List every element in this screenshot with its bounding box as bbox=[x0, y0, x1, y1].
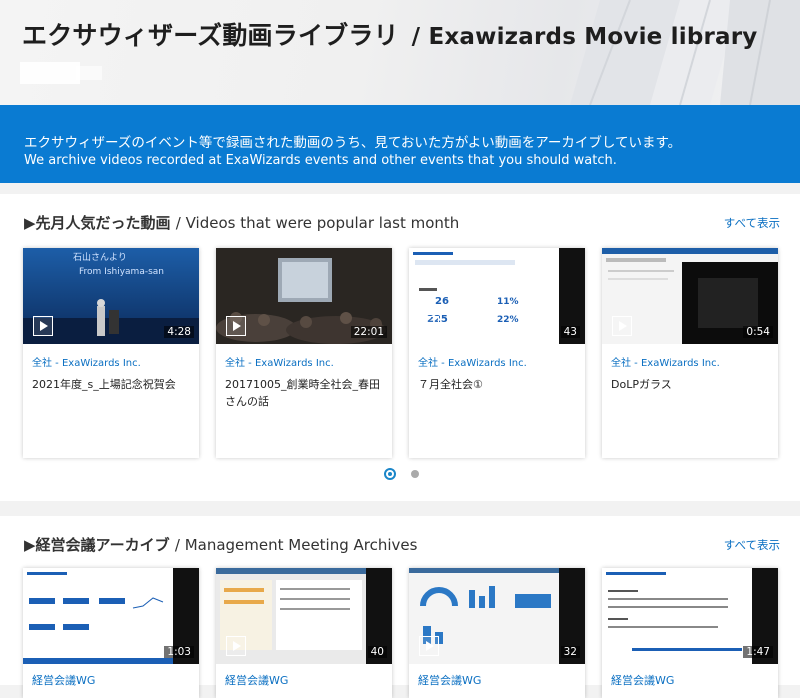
video-thumbnail[interactable]: 32 bbox=[409, 568, 585, 664]
section-title-jp: ▶経営会議アーカイブ bbox=[24, 536, 170, 554]
carousel-dot-1[interactable] bbox=[384, 468, 396, 480]
video-duration: 1:47 bbox=[743, 646, 773, 658]
thumb-figure: 11% bbox=[497, 297, 519, 307]
play-icon[interactable] bbox=[226, 316, 246, 336]
section-title: ▶先月人気だった動画 / Videos that were popular la… bbox=[24, 212, 459, 233]
video-thumbnail[interactable]: 0:54 bbox=[602, 248, 778, 344]
video-card[interactable]: 32 経営会議WG bbox=[409, 568, 585, 698]
thumb-caption-en: From Ishiyama-san bbox=[79, 267, 164, 277]
video-duration: 4:28 bbox=[164, 326, 194, 338]
carousel-dot-2[interactable] bbox=[411, 470, 419, 478]
video-duration: 43 bbox=[560, 326, 580, 338]
play-icon[interactable] bbox=[612, 636, 632, 656]
popular-videos-section: ▶先月人気だった動画 / Videos that were popular la… bbox=[0, 194, 800, 501]
video-card[interactable]: 40 経営会議WG bbox=[216, 568, 392, 698]
video-category[interactable]: 経営会議WG bbox=[611, 672, 674, 688]
show-all-link[interactable]: すべて表示 bbox=[724, 537, 780, 553]
page-header: エクサウィザーズ動画ライブラリ / Exawizards Movie libra… bbox=[0, 0, 800, 105]
show-all-link[interactable]: すべて表示 bbox=[724, 215, 780, 231]
play-icon[interactable] bbox=[419, 636, 439, 656]
play-icon[interactable] bbox=[33, 316, 53, 336]
section-title: ▶経営会議アーカイブ / Management Meeting Archives bbox=[24, 534, 417, 555]
play-icon[interactable] bbox=[612, 316, 632, 336]
video-thumbnail[interactable]: 石山さんより From Ishiyama-san 4:28 bbox=[23, 248, 199, 344]
management-archive-section: ▶経営会議アーカイブ / Management Meeting Archives… bbox=[0, 516, 800, 698]
video-category[interactable]: 全社 - ExaWizards Inc. bbox=[611, 354, 720, 369]
video-title[interactable]: 20171005_創業時全社会_春田さんの話 bbox=[225, 376, 385, 410]
thumb-caption-jp: 石山さんより bbox=[73, 252, 127, 263]
video-card[interactable]: 22:01 全社 - ExaWizards Inc. 20171005_創業時全… bbox=[216, 248, 392, 458]
video-thumbnail[interactable]: 1:47 bbox=[602, 568, 778, 664]
video-category[interactable]: 経営会議WG bbox=[32, 672, 95, 688]
section-title-en: / Management Meeting Archives bbox=[174, 536, 418, 554]
play-icon[interactable] bbox=[226, 636, 246, 656]
video-duration: 0:54 bbox=[743, 326, 773, 338]
section-title-jp: ▶先月人気だった動画 bbox=[24, 214, 171, 232]
video-duration: 1:03 bbox=[164, 646, 194, 658]
thumb-figure: 22% bbox=[497, 315, 519, 325]
video-thumbnail[interactable]: 40 bbox=[216, 568, 392, 664]
section-title-en: / Videos that were popular last month bbox=[175, 214, 460, 232]
video-thumbnail[interactable]: 1:03 bbox=[23, 568, 199, 664]
video-title[interactable]: 2021年度_s_上場記念祝賀会 bbox=[32, 376, 192, 393]
page-title-jp: エクサウィザーズ動画ライブラリ bbox=[22, 21, 399, 50]
video-title[interactable]: DoLPガラス bbox=[611, 376, 771, 393]
video-card[interactable]: 1:03 経営会議WG bbox=[23, 568, 199, 698]
video-thumbnail[interactable]: 22:01 bbox=[216, 248, 392, 344]
video-card[interactable]: 26 11% 225 22% 43 全社 - ExaWizards Inc. ７… bbox=[409, 248, 585, 458]
video-category[interactable]: 経営会議WG bbox=[225, 672, 288, 688]
page-title-en: / Exawizards Movie library bbox=[411, 24, 758, 50]
redacted-region bbox=[20, 62, 80, 84]
banner-text-jp: エクサウィザーズのイベント等で録画された動画のうち、見ておいた方がよい動画をアー… bbox=[24, 135, 682, 151]
video-category[interactable]: 経営会議WG bbox=[418, 672, 481, 688]
video-thumbnail[interactable]: 26 11% 225 22% 43 bbox=[409, 248, 585, 344]
video-card[interactable]: 1:47 経営会議WG bbox=[602, 568, 778, 698]
video-duration: 32 bbox=[560, 646, 580, 658]
intro-banner: エクサウィザーズのイベント等で録画された動画のうち、見ておいた方がよい動画をアー… bbox=[0, 105, 800, 183]
video-duration: 22:01 bbox=[350, 326, 387, 338]
video-duration: 40 bbox=[367, 646, 387, 658]
video-category[interactable]: 全社 - ExaWizards Inc. bbox=[32, 354, 141, 369]
video-card[interactable]: 石山さんより From Ishiyama-san 4:28 全社 - ExaWi… bbox=[23, 248, 199, 458]
redacted-region bbox=[76, 66, 102, 80]
play-icon[interactable] bbox=[419, 316, 439, 336]
video-category[interactable]: 全社 - ExaWizards Inc. bbox=[225, 354, 334, 369]
page-title: エクサウィザーズ動画ライブラリ / Exawizards Movie libra… bbox=[22, 16, 758, 52]
banner-text-en: We archive videos recorded at ExaWizards… bbox=[24, 153, 617, 168]
thumb-figure: 26 bbox=[435, 296, 449, 307]
video-category[interactable]: 全社 - ExaWizards Inc. bbox=[418, 354, 527, 369]
video-card[interactable]: 0:54 全社 - ExaWizards Inc. DoLPガラス bbox=[602, 248, 778, 458]
video-title[interactable]: ７月全社会① bbox=[418, 376, 578, 393]
play-icon[interactable] bbox=[33, 636, 53, 656]
